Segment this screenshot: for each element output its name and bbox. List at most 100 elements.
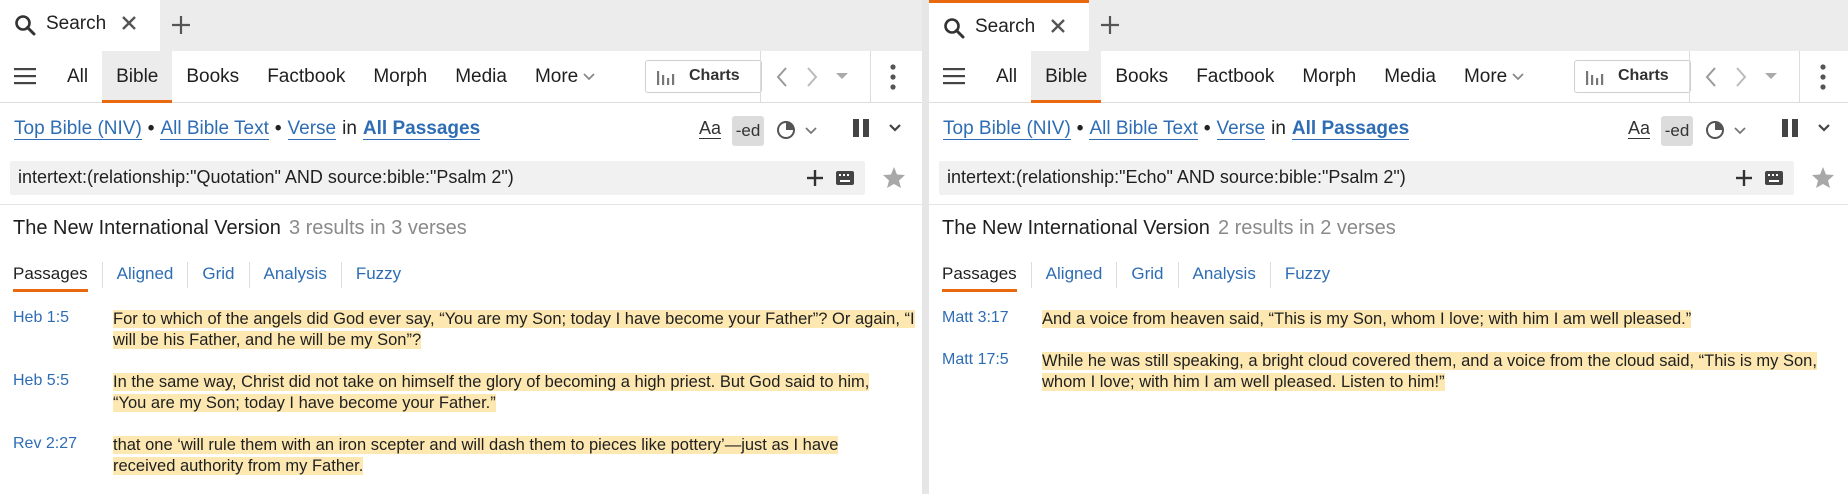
results-header: The New International Version 2 results i… — [942, 217, 1396, 240]
add-icon[interactable] — [1735, 169, 1753, 187]
nav-tab-more-label: More — [1463, 66, 1508, 87]
passages-selector[interactable]: All Passages — [1291, 118, 1410, 140]
tab-passages[interactable]: Passages — [942, 262, 1031, 292]
nav-tab-factbook[interactable]: Factbook — [253, 51, 359, 103]
chevron-down-icon[interactable] — [889, 124, 901, 132]
font-options-button[interactable]: Aa — [1628, 116, 1651, 146]
chevron-down-icon[interactable] — [805, 127, 817, 135]
tab-search[interactable]: Search — [0, 0, 160, 51]
verse-reference[interactable]: Rev 2:27 — [13, 435, 77, 453]
search-query-text: intertext:(relationship:"Echo" AND sourc… — [947, 167, 1406, 187]
tab-aligned[interactable]: Aligned — [101, 262, 188, 288]
nav-tab-media[interactable]: Media — [441, 51, 521, 103]
verse-reference[interactable]: Matt 17:5 — [942, 351, 1009, 369]
forward-arrow-icon[interactable] — [1733, 65, 1749, 89]
nav-tab-all[interactable]: All — [53, 51, 102, 103]
menu-icon[interactable] — [14, 66, 36, 86]
tab-analysis[interactable]: Analysis — [248, 262, 341, 288]
tab-fuzzy[interactable]: Fuzzy — [1269, 262, 1344, 288]
verse-reference[interactable]: Heb 5:5 — [13, 372, 69, 390]
chevron-down-icon[interactable] — [1818, 124, 1830, 132]
nav-tab-media[interactable]: Media — [1370, 51, 1450, 103]
search-query-text: intertext:(relationship:"Quotation" AND … — [18, 167, 514, 187]
version-title: The New International Version — [13, 217, 281, 239]
verse-text[interactable]: that one ‘will rule them with an iron sc… — [113, 435, 839, 477]
new-tab-icon[interactable] — [1099, 14, 1121, 36]
nav-tabs: All Bible Books Factbook Morph Media Mor… — [982, 51, 1538, 103]
nav-tab-all[interactable]: All — [982, 51, 1031, 103]
tab-grid[interactable]: Grid — [187, 262, 248, 288]
add-icon[interactable] — [806, 169, 824, 187]
new-tab-icon[interactable] — [170, 14, 192, 36]
verse-line: For to which of the angels did God ever … — [113, 310, 915, 328]
bible-selector[interactable]: Top Bible (NIV) — [14, 118, 142, 140]
close-icon[interactable] — [120, 14, 138, 32]
results-count: 3 results in 3 verses — [288, 217, 467, 239]
search-input[interactable]: intertext:(relationship:"Quotation" AND … — [10, 161, 865, 195]
bible-selector[interactable]: Top Bible (NIV) — [943, 118, 1071, 140]
visual-filter-icon[interactable] — [1705, 120, 1725, 140]
nav-tab-factbook[interactable]: Factbook — [1182, 51, 1288, 103]
star-icon[interactable] — [882, 166, 906, 189]
visual-filter-icon[interactable] — [776, 120, 796, 140]
verse-text[interactable]: For to which of the angels did God ever … — [113, 309, 915, 351]
nav-separator — [1799, 51, 1800, 103]
layout-columns-icon[interactable] — [1781, 118, 1799, 138]
verse-text[interactable]: And a voice from heaven said, “This is m… — [1042, 309, 1692, 330]
results-header: The New International Version 3 results i… — [13, 217, 467, 240]
layout-columns-icon[interactable] — [852, 118, 870, 138]
forward-arrow-icon[interactable] — [804, 65, 820, 89]
nav-tab-more[interactable]: More — [1450, 51, 1538, 103]
tab-title: Search — [46, 13, 107, 34]
unit-selector[interactable]: Verse — [1216, 118, 1266, 140]
history-dropdown-icon[interactable] — [834, 71, 850, 81]
charts-button[interactable]: Charts — [645, 60, 762, 93]
tab-search[interactable]: Search — [929, 0, 1089, 51]
pane-divider[interactable] — [922, 0, 929, 494]
in-label: in — [342, 118, 357, 139]
nav-tab-books[interactable]: Books — [172, 51, 253, 103]
nav-tab-morph[interactable]: Morph — [1288, 51, 1370, 103]
close-icon[interactable] — [1049, 17, 1067, 35]
chevron-down-icon[interactable] — [1734, 127, 1746, 135]
verse-reference[interactable]: Matt 3:17 — [942, 309, 1009, 327]
nav-separator — [1689, 51, 1690, 103]
menu-icon[interactable] — [943, 66, 965, 86]
keyboard-icon[interactable] — [836, 171, 854, 185]
inflections-button[interactable]: -ed — [1661, 116, 1693, 146]
more-options-icon[interactable] — [1820, 64, 1826, 90]
unit-selector[interactable]: Verse — [287, 118, 337, 140]
search-scope: Top Bible (NIV) • All Bible Text • Verse in Al… — [943, 118, 1410, 140]
more-options-icon[interactable] — [890, 64, 896, 90]
nav-tab-bible[interactable]: Bible — [1031, 51, 1102, 103]
search-input[interactable]: intertext:(relationship:"Echo" AND sourc… — [939, 161, 1794, 195]
range-selector[interactable]: All Bible Text — [160, 118, 269, 140]
range-selector[interactable]: All Bible Text — [1089, 118, 1198, 140]
star-icon[interactable] — [1811, 166, 1835, 189]
tab-fuzzy[interactable]: Fuzzy — [340, 262, 415, 288]
nav-tab-morph[interactable]: Morph — [359, 51, 441, 103]
verse-text[interactable]: While he was still speaking, a bright cl… — [1042, 351, 1817, 393]
nav-tab-bible[interactable]: Bible — [102, 51, 173, 103]
nav-tab-more[interactable]: More — [521, 51, 609, 103]
search-icon — [15, 15, 36, 36]
nav-tab-books[interactable]: Books — [1101, 51, 1182, 103]
tab-passages[interactable]: Passages — [13, 262, 102, 292]
tab-grid[interactable]: Grid — [1116, 262, 1177, 288]
keyboard-icon[interactable] — [1765, 171, 1783, 185]
tab-aligned[interactable]: Aligned — [1030, 262, 1117, 288]
back-arrow-icon[interactable] — [774, 65, 790, 89]
tab-analysis[interactable]: Analysis — [1177, 262, 1270, 288]
verse-line: whom I love; with him I am well pleased.… — [1042, 373, 1445, 391]
bullet: • — [1076, 118, 1084, 139]
font-options-button[interactable]: Aa — [699, 116, 722, 146]
query-divider — [929, 204, 1848, 205]
verse-text[interactable]: In the same way, Christ did not take on … — [113, 372, 870, 414]
history-dropdown-icon[interactable] — [1763, 71, 1779, 81]
inflections-button[interactable]: -ed — [732, 116, 764, 146]
back-arrow-icon[interactable] — [1703, 65, 1719, 89]
verse-reference[interactable]: Heb 1:5 — [13, 309, 69, 327]
charts-button[interactable]: Charts — [1574, 60, 1691, 93]
passages-selector[interactable]: All Passages — [362, 118, 481, 140]
verse-line: that one ‘will rule them with an iron sc… — [113, 436, 839, 454]
